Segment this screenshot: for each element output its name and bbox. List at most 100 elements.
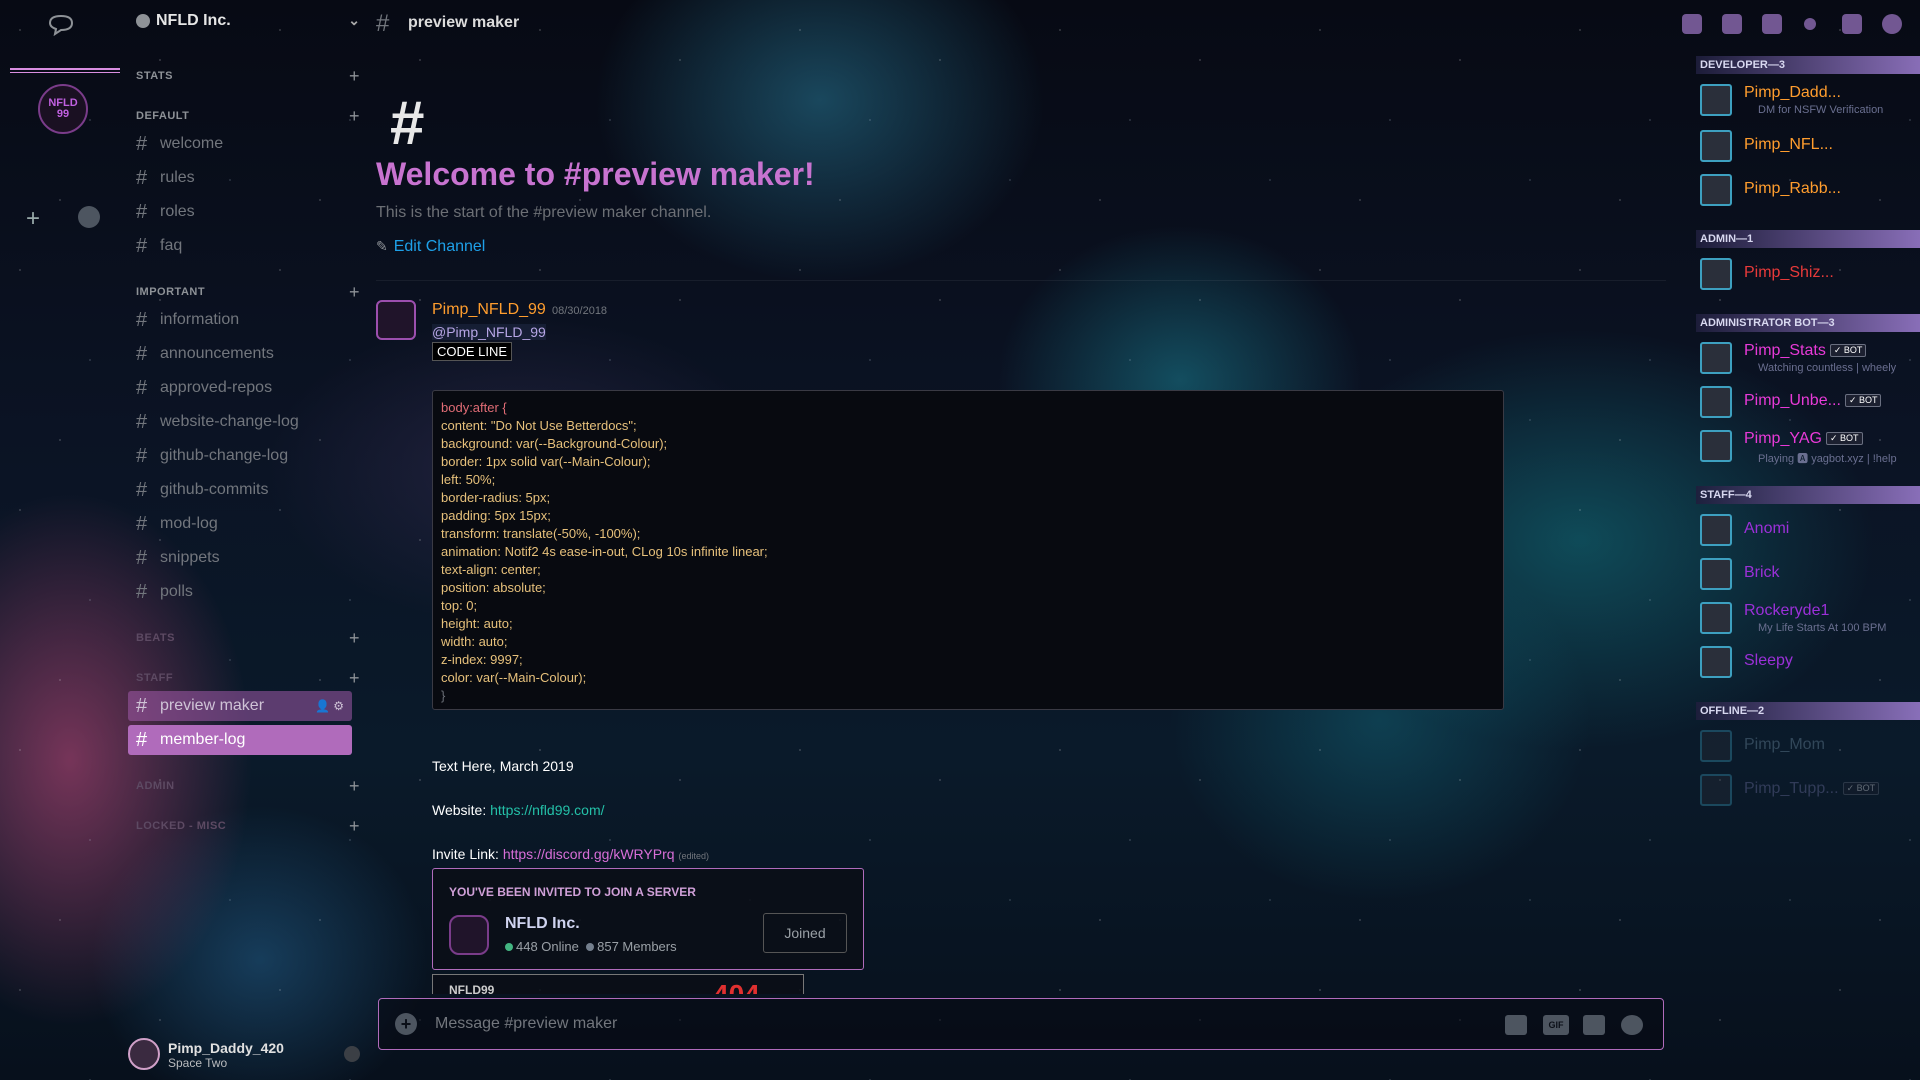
hash-icon: #: [136, 308, 148, 331]
category-beats[interactable]: BEATS +: [136, 628, 360, 648]
members-icon[interactable]: [1762, 14, 1782, 34]
bell-icon[interactable]: [1682, 14, 1702, 34]
channel-label: announcements: [160, 345, 274, 362]
add-channel-icon[interactable]: +: [349, 282, 360, 303]
joined-button[interactable]: Joined: [763, 913, 847, 953]
inline-code: CODE LINE: [432, 342, 513, 361]
add-channel-icon[interactable]: +: [349, 668, 360, 689]
hash-icon: #: [136, 410, 148, 433]
channel-github-change-log[interactable]: # github-change-log: [128, 441, 352, 471]
add-channel-icon[interactable]: +: [349, 106, 360, 127]
sticker-icon[interactable]: [1583, 1015, 1605, 1035]
channel-approved-repos[interactable]: # approved-repos: [128, 373, 352, 403]
edit-channel-link[interactable]: ✎ Edit Channel: [376, 238, 485, 256]
gift-icon[interactable]: [1505, 1015, 1527, 1035]
user-mention[interactable]: @Pimp_NFLD_99: [432, 324, 546, 340]
user-panel: Pimp_Daddy_420 Space Two: [128, 1038, 360, 1074]
avatar[interactable]: [128, 1038, 160, 1070]
emoji-icon[interactable]: [1621, 1015, 1643, 1035]
member-item[interactable]: Pimp_YAG ✓ BOT Playing 🅰 yagbot.xyz | !hel…: [1696, 424, 1920, 468]
add-channel-icon[interactable]: +: [349, 628, 360, 649]
inbox-icon[interactable]: [1842, 14, 1862, 34]
channel-label: welcome: [160, 135, 224, 152]
hash-icon: #: [136, 444, 148, 467]
member-name: Pimp_Stats ✓ BOT: [1744, 342, 1867, 360]
channel-preview-maker[interactable]: # preview maker 👤 ⚙: [128, 691, 352, 721]
server-header[interactable]: NFLD Inc. ⌄: [136, 12, 360, 30]
hash-icon: #: [136, 132, 148, 155]
channel-announcements[interactable]: # announcements: [128, 339, 352, 369]
direct-messages-icon[interactable]: [48, 14, 74, 36]
gif-button[interactable]: GIF: [1543, 1015, 1569, 1035]
gear-icon[interactable]: [344, 1046, 360, 1062]
add-server-button[interactable]: +: [26, 205, 40, 233]
member-item[interactable]: Pimp_Shiz...: [1696, 252, 1920, 296]
invite-link[interactable]: https://discord.gg/kWRYPrq: [503, 846, 675, 862]
category-important[interactable]: IMPORTANT +: [136, 282, 360, 302]
member-item[interactable]: Pimp_Mom: [1696, 724, 1920, 768]
bot-badge: ✓ BOT: [1844, 394, 1882, 408]
avatar: [1700, 558, 1732, 590]
hash-icon: #: [136, 200, 148, 223]
explore-servers-icon[interactable]: [78, 206, 100, 228]
category-label: BEATS: [136, 632, 175, 644]
category-admin[interactable]: ADMIN +: [136, 776, 360, 796]
hash-icon: #: [136, 694, 148, 717]
category-default[interactable]: DEFAULT +: [136, 106, 360, 126]
channel-snippets[interactable]: # snippets: [128, 543, 352, 573]
member-item[interactable]: Pimp_Tupp... ✓ BOT: [1696, 768, 1920, 812]
channel-polls[interactable]: # polls: [128, 577, 352, 607]
channel-website-change-log[interactable]: # website-change-log: [128, 407, 352, 437]
message-input[interactable]: [435, 1009, 1435, 1039]
help-icon[interactable]: [1882, 14, 1902, 34]
chevron-down-icon[interactable]: ⌄: [348, 12, 360, 29]
server-invite-embed: YOU'VE BEEN INVITED TO JOIN A SERVER NFL…: [432, 868, 864, 970]
member-item[interactable]: Anomi: [1696, 508, 1920, 552]
search-icon[interactable]: [1804, 18, 1816, 30]
add-channel-icon[interactable]: +: [349, 776, 360, 797]
member-item[interactable]: Brick: [1696, 552, 1920, 596]
pin-icon[interactable]: [1722, 14, 1742, 34]
hash-icon: #: [136, 166, 148, 189]
member-item[interactable]: Pimp_Unbe... ✓ BOT: [1696, 380, 1920, 424]
add-channel-icon[interactable]: +: [349, 66, 360, 87]
message-author[interactable]: Pimp_NFLD_99: [432, 301, 546, 319]
divider: [376, 280, 1666, 281]
channel-hash-icon: #: [390, 89, 425, 158]
website-link[interactable]: https://nfld99.com/: [490, 802, 604, 818]
channel-member-log[interactable]: # member-log: [128, 725, 352, 755]
message-timestamp: 08/30/2018: [552, 305, 608, 317]
channel-mod-log[interactable]: # mod-log: [128, 509, 352, 539]
avatar[interactable]: [376, 300, 416, 340]
category-stats[interactable]: STATS +: [136, 66, 360, 86]
code-line: text-align: center;: [441, 562, 541, 577]
add-channel-icon[interactable]: +: [349, 816, 360, 837]
member-item[interactable]: Sleepy: [1696, 640, 1920, 684]
channel-settings-icon[interactable]: 👤 ⚙: [315, 699, 344, 713]
member-item[interactable]: Pimp_Stats ✓ BOT Watching countless | whee…: [1696, 336, 1920, 380]
channel-faq[interactable]: # faq: [128, 231, 352, 261]
member-item[interactable]: Pimp_NFL...: [1696, 124, 1920, 168]
channel-label: github-commits: [160, 481, 269, 498]
upload-plus-icon[interactable]: +: [395, 1013, 417, 1035]
invite-label: Invite Link:: [432, 846, 499, 862]
channel-welcome[interactable]: # welcome: [128, 129, 352, 159]
code-line: background: var(--Background-Colour);: [441, 436, 668, 451]
invite-heading: YOU'VE BEEN INVITED TO JOIN A SERVER: [449, 885, 696, 899]
channel-roles[interactable]: # roles: [128, 197, 352, 227]
member-item[interactable]: Pimp_Rabb...: [1696, 168, 1920, 212]
channel-rules[interactable]: # rules: [128, 163, 352, 193]
member-item[interactable]: Rockeryde1 My Life Starts At 100 BPM: [1696, 596, 1920, 640]
member-item[interactable]: Pimp_Dadd... DM for NSFW Verification: [1696, 78, 1920, 122]
code-line: z-index: 9997;: [441, 652, 523, 667]
embed-preview-partial: NFLD99 404: [432, 974, 804, 994]
category-staff[interactable]: STAFF +: [136, 668, 360, 688]
channel-label: rules: [160, 169, 195, 186]
channel-title: preview maker: [408, 14, 520, 31]
channel-github-commits[interactable]: # github-commits: [128, 475, 352, 505]
server-icon-nfld[interactable]: NFLD 99: [38, 84, 88, 134]
code-line: body:after {: [441, 400, 507, 415]
member-name: Rockeryde1: [1744, 602, 1830, 619]
channel-information[interactable]: # information: [128, 305, 352, 335]
category-locked-misc[interactable]: LOCKED - MISC +: [136, 816, 360, 836]
